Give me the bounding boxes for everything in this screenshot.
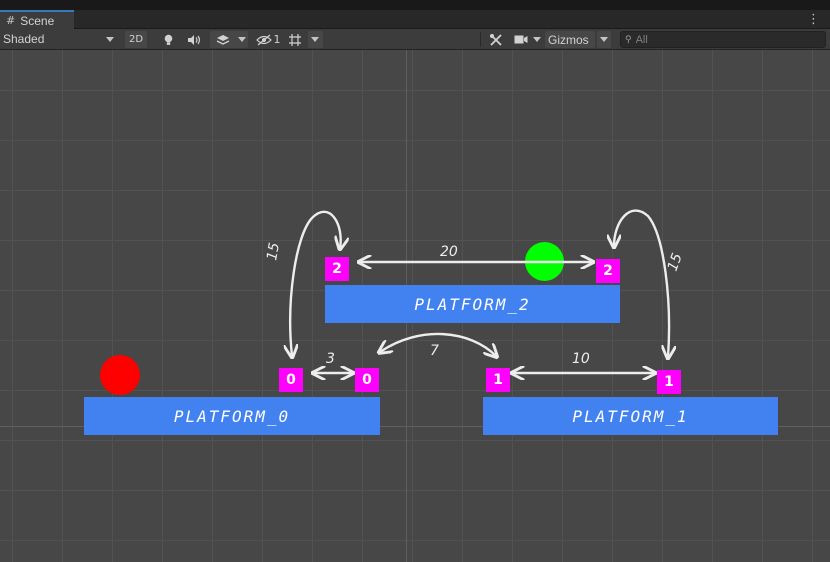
camera-icon <box>514 35 528 44</box>
platform-2[interactable]: PLATFORM_2 <box>325 285 620 323</box>
tab-bar: # Scene ⋮ <box>0 10 830 29</box>
green-ball[interactable] <box>525 242 564 281</box>
waypoint-node-p2-right[interactable]: 2 <box>596 259 620 283</box>
visibility-icon <box>255 34 272 45</box>
edge-p1-right-to-p2-right <box>614 209 669 357</box>
gizmos-dropdown[interactable]: Gizmos <box>545 31 595 48</box>
toggle-2d-button[interactable]: 2D <box>125 31 147 48</box>
chevron-down-icon <box>238 37 246 42</box>
grid-snap-toggle[interactable] <box>285 31 305 48</box>
chevron-down-icon <box>600 37 608 42</box>
tools-button[interactable] <box>486 31 506 48</box>
search-field[interactable]: ⚲ <box>620 31 826 48</box>
waypoint-node-p1-right[interactable]: 1 <box>657 370 681 394</box>
cost-label-p0-nodes: 3 <box>326 351 335 367</box>
edge-p0-left-to-p2-left <box>290 210 340 356</box>
grid-options-dropdown[interactable] <box>308 31 323 48</box>
waypoint-node-p1-left[interactable]: 1 <box>486 368 510 392</box>
audio-icon <box>188 34 201 45</box>
cost-label-p1-p2: 15 <box>665 251 686 273</box>
chevron-down-icon <box>311 37 319 42</box>
cost-label-p2-nodes: 20 <box>440 244 458 260</box>
audio-toggle-button[interactable] <box>183 31 205 48</box>
cost-label-p0-p1: 7 <box>430 343 439 359</box>
waypoint-node-p0-right[interactable]: 0 <box>355 368 379 392</box>
grid-icon: # <box>6 14 16 27</box>
grid-snap-icon <box>289 33 301 46</box>
title-strip <box>0 0 830 10</box>
effects-dropdown[interactable] <box>210 31 248 48</box>
search-input[interactable] <box>635 33 816 46</box>
effects-icon <box>216 34 230 45</box>
platform-1[interactable]: PLATFORM_1 <box>483 397 778 435</box>
chevron-down-icon <box>533 37 541 42</box>
red-ball[interactable] <box>100 355 140 395</box>
scene-toolbar: Shaded 2D 1 Gizmos ⚲ All <box>0 29 830 50</box>
shading-mode-dropdown[interactable]: Shaded <box>0 30 120 48</box>
shading-mode-label: Shaded <box>3 32 45 46</box>
lightbulb-icon <box>164 34 172 45</box>
toolbar-divider <box>480 32 481 47</box>
tab-scene[interactable]: # Scene <box>0 10 74 29</box>
cost-label-p1-nodes: 10 <box>572 351 590 367</box>
waypoint-node-p0-left[interactable]: 0 <box>279 368 303 392</box>
chevron-down-icon <box>106 37 114 42</box>
hidden-count: 1 <box>273 33 281 46</box>
platform-0[interactable]: PLATFORM_0 <box>84 397 380 435</box>
scene-viewport[interactable]: PLATFORM_0 PLATFORM_1 PLATFORM_2 0 0 1 1… <box>0 50 830 562</box>
gizmos-label: Gizmos <box>548 32 589 47</box>
cost-label-p0-p2: 15 <box>264 241 283 261</box>
tools-icon <box>490 33 502 46</box>
waypoint-node-p2-left[interactable]: 2 <box>325 257 349 281</box>
lighting-toggle-button[interactable] <box>158 31 178 48</box>
edge-p0-to-p1 <box>380 332 496 356</box>
camera-dropdown[interactable] <box>511 31 543 48</box>
more-options-icon[interactable]: ⋮ <box>807 12 820 27</box>
search-icon: ⚲ <box>625 34 632 45</box>
gizmos-options-dropdown[interactable] <box>597 31 611 48</box>
tab-label: Scene <box>20 13 55 28</box>
hidden-objects-toggle[interactable]: 1 <box>254 31 282 48</box>
